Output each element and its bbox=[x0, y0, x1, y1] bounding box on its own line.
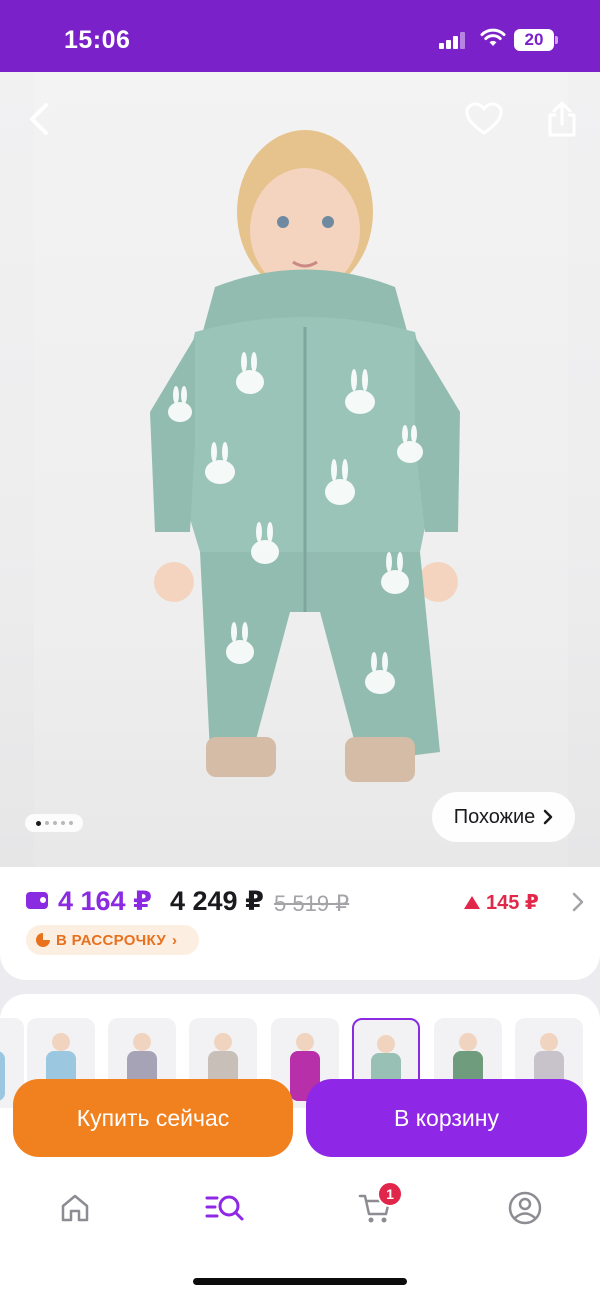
battery-indicator: 20 bbox=[514, 29, 554, 51]
price-old: 5 519 ₽ bbox=[274, 891, 350, 916]
pie-chart-icon bbox=[36, 933, 50, 947]
chevron-left-icon bbox=[30, 103, 48, 135]
installment-badge[interactable]: В РАССРОЧКУ › bbox=[26, 925, 199, 955]
share-button[interactable] bbox=[539, 96, 585, 142]
price-change: 145 ₽ bbox=[464, 890, 539, 915]
price-row[interactable]: 4 164 ₽ 4 249 ₽ 5 519 ₽ 145 ₽ bbox=[26, 882, 584, 922]
status-time: 15:06 bbox=[64, 26, 131, 54]
pagination-dot bbox=[35, 820, 41, 826]
cellular-signal-icon bbox=[439, 31, 467, 49]
price-with-wallet: 4 164 ₽ bbox=[58, 886, 152, 916]
chevron-right-icon bbox=[544, 809, 553, 825]
photo-pagination bbox=[25, 814, 83, 832]
share-icon bbox=[548, 101, 576, 137]
favorite-button[interactable] bbox=[461, 96, 507, 142]
pagination-dot bbox=[68, 821, 73, 825]
product-image bbox=[150, 130, 460, 782]
back-button[interactable] bbox=[16, 96, 62, 142]
pagination-dot bbox=[52, 821, 57, 825]
price-change-value: 145 ₽ bbox=[486, 892, 539, 914]
heart-icon bbox=[465, 102, 503, 135]
pagination-dot bbox=[44, 821, 49, 825]
status-bar: 15:06 20 bbox=[0, 0, 600, 72]
cart-count-badge: 1 bbox=[377, 1181, 403, 1207]
triangle-up-icon bbox=[464, 896, 480, 909]
chevron-right-icon bbox=[572, 892, 584, 912]
product-card: Похожие 4 164 ₽ 4 249 ₽ 5 519 ₽ 145 ₽ В … bbox=[0, 72, 600, 980]
profile-icon bbox=[508, 1191, 542, 1225]
wallet-icon bbox=[26, 892, 48, 909]
pagination-dot bbox=[60, 821, 65, 825]
chevron-right-icon: › bbox=[172, 931, 178, 949]
home-icon bbox=[61, 1194, 89, 1222]
tab-catalog[interactable] bbox=[205, 1188, 245, 1228]
price-current: 4 249 ₽ bbox=[170, 886, 264, 916]
tab-profile[interactable] bbox=[505, 1188, 545, 1228]
product-photo[interactable]: Похожие bbox=[0, 72, 600, 867]
battery-tip bbox=[555, 36, 558, 44]
add-to-cart-button[interactable]: В корзину bbox=[306, 1079, 587, 1157]
similar-label: Похожие bbox=[453, 805, 536, 828]
similar-button[interactable]: Похожие bbox=[432, 792, 575, 842]
installment-label: В РАССРОЧКУ bbox=[56, 931, 166, 949]
buy-now-button[interactable]: Купить сейчас bbox=[13, 1079, 293, 1157]
home-indicator bbox=[193, 1278, 407, 1285]
catalog-search-icon bbox=[205, 1195, 244, 1221]
wifi-icon bbox=[480, 28, 506, 46]
tab-home[interactable] bbox=[55, 1188, 95, 1228]
